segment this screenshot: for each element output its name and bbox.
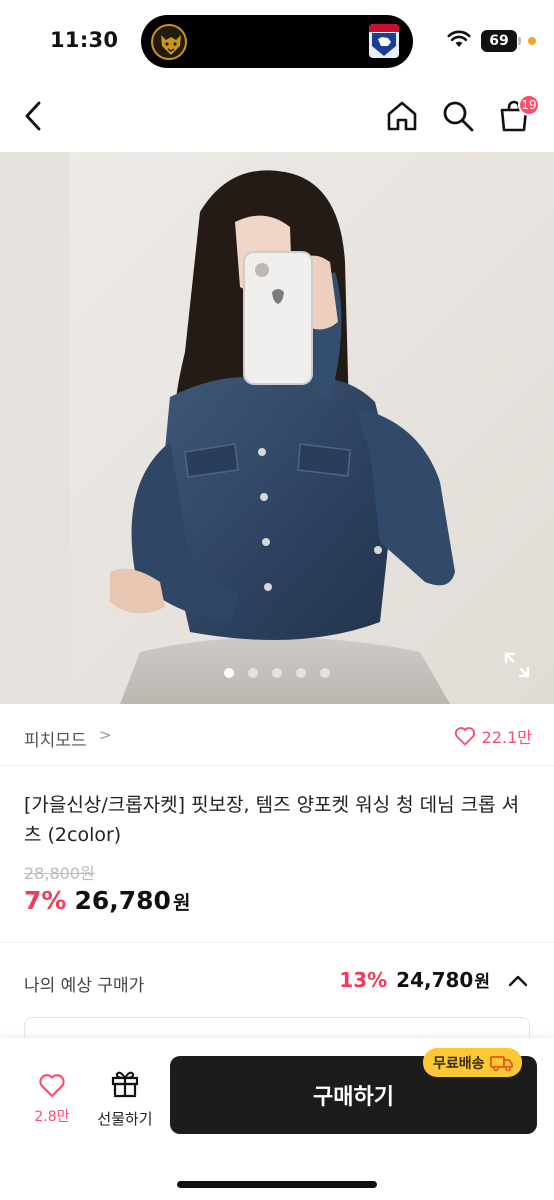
chevron-up-icon — [508, 975, 528, 987]
brand-like-count: 22.1만 — [481, 728, 532, 747]
product-photo — [0, 152, 554, 704]
status-time: 11:30 — [50, 28, 119, 52]
free-shipping-label: 무료배송 — [433, 1055, 485, 1072]
expected-price-row[interactable]: 나의 예상 구매가 13% 24,780 원 — [0, 943, 554, 1017]
sale-price: 26,780 — [74, 886, 171, 915]
product-title: [가을신상/크롭자켓] 핏보장, 템즈 양포켓 워싱 청 데님 크롭 셔츠 (2… — [24, 794, 520, 846]
ipswich-logo-icon — [369, 24, 399, 58]
expand-image-button[interactable] — [502, 650, 532, 680]
expected-discount-rate: 13% — [339, 968, 388, 992]
cart-count-badge: 19 — [518, 94, 540, 116]
free-shipping-badge: 무료배송 — [423, 1048, 522, 1077]
cart-button[interactable]: 19 — [494, 94, 540, 136]
search-icon — [443, 101, 474, 132]
discount-rate: 7% — [24, 886, 67, 915]
pager-dot[interactable] — [296, 668, 306, 678]
sale-price-currency: 원 — [172, 892, 191, 914]
heart-outline-icon — [454, 727, 475, 746]
expand-icon — [504, 652, 530, 678]
pager-dot[interactable] — [272, 668, 282, 678]
chevron-left-icon — [25, 101, 41, 131]
expected-price-value: 13% 24,780 원 — [339, 967, 490, 992]
gift-button[interactable]: 선물하기 — [92, 1068, 158, 1129]
wifi-icon — [447, 30, 471, 52]
pager-dot[interactable] — [248, 668, 258, 678]
status-icons: 69 — [447, 28, 536, 54]
wolves-logo-icon — [151, 24, 187, 60]
image-pager[interactable] — [0, 668, 554, 678]
expected-price-label: 나의 예상 구매가 — [24, 976, 145, 996]
home-button[interactable] — [382, 96, 422, 136]
search-button[interactable] — [438, 96, 478, 136]
expected-price: 24,780 — [396, 968, 474, 992]
product-image-gallery[interactable] — [0, 152, 554, 704]
battery-icon: 69 — [481, 30, 521, 52]
like-button[interactable]: 2.8만 — [28, 1072, 76, 1126]
like-count: 2.8만 — [34, 1109, 70, 1125]
dynamic-island — [141, 15, 413, 68]
pager-dot[interactable] — [224, 668, 234, 678]
back-button[interactable] — [14, 96, 54, 136]
price-row: 7% 26,780 원 — [24, 886, 190, 915]
heart-outline-icon — [39, 1074, 65, 1098]
brand-chevron: > — [99, 726, 112, 744]
home-icon — [387, 101, 417, 131]
brand-name[interactable]: 피치모드 — [24, 726, 87, 751]
delivery-truck-icon — [489, 1055, 513, 1071]
gift-icon — [111, 1071, 139, 1098]
brand-like-button[interactable]: 22.1만 — [454, 724, 532, 748]
pager-dot[interactable] — [320, 668, 330, 678]
brand-row[interactable]: 피치모드 > 22.1만 — [0, 704, 554, 766]
gift-label: 선물하기 — [97, 1110, 153, 1128]
home-indicator — [177, 1181, 377, 1188]
expected-price-toggle[interactable] — [506, 969, 530, 993]
top-nav: 19 — [0, 80, 554, 152]
original-price: 28,800원 — [24, 864, 95, 883]
expected-price-currency: 원 — [474, 972, 490, 992]
status-bar: 11:30 69 — [0, 0, 554, 80]
privacy-indicator — [528, 37, 536, 45]
